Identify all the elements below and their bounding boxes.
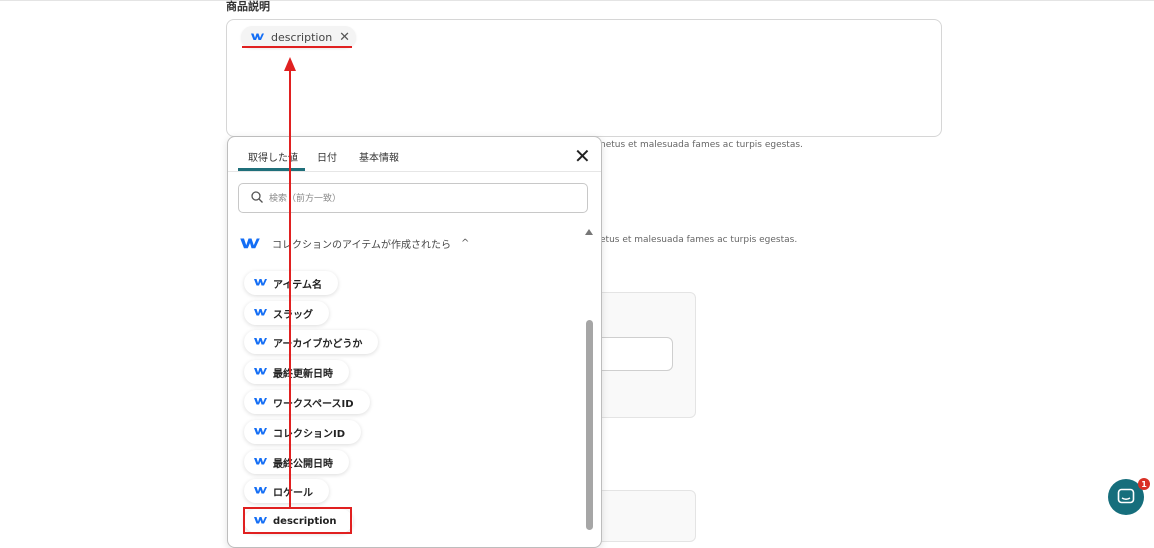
group-header[interactable]: コレクションのアイテムが作成されたら ^ <box>240 234 469 252</box>
webflow-logo-icon <box>251 31 264 44</box>
list-item-label: アイテム名 <box>273 279 322 291</box>
webflow-logo-icon <box>254 337 267 348</box>
list-item[interactable]: アーカイブかどうか <box>244 330 379 354</box>
notification-badge: 1 <box>1138 478 1150 490</box>
list-item[interactable]: 最終公開日時 <box>244 450 349 474</box>
webflow-logo-icon <box>254 397 267 408</box>
close-icon[interactable]: ✕ <box>339 31 350 44</box>
annotation-arrow-head <box>284 57 296 71</box>
list-item-label: アーカイブかどうか <box>273 338 363 350</box>
top-divider <box>0 0 1154 1</box>
highlight-box <box>243 507 352 534</box>
list-item-label: コレクションID <box>273 428 346 440</box>
list-item[interactable]: コレクションID <box>244 420 362 444</box>
scroll-up-arrow-icon[interactable] <box>585 229 593 235</box>
webflow-logo-icon <box>240 234 260 253</box>
list-item-label: スラッグ <box>273 309 313 321</box>
list-item[interactable]: 最終更新日時 <box>244 360 349 384</box>
list-item-label: 最終公開日時 <box>273 458 333 470</box>
search-icon <box>251 191 263 203</box>
webflow-logo-icon <box>254 427 267 438</box>
list-item[interactable]: ワークスペースID <box>244 390 370 414</box>
webflow-logo-icon <box>254 457 267 468</box>
helper-text: etus et malesuada fames ac turpis egesta… <box>600 235 798 245</box>
field-label-product-description: 商品説明 <box>226 0 270 13</box>
webflow-logo-icon <box>254 308 267 319</box>
list-item-label: ワークスペースID <box>273 398 354 410</box>
search-input[interactable] <box>267 189 571 209</box>
webflow-logo-icon <box>254 486 267 497</box>
annotation-arrow <box>289 70 291 507</box>
helper-text: netus et malesuada fames ac turpis egest… <box>600 140 803 150</box>
value-picker-popup: 取得した値 日付 基本情報 ✕ コレクションのアイテムが作成されたら ^ アイテ… <box>227 136 602 548</box>
list-item[interactable]: ロケール <box>244 479 329 503</box>
webflow-logo-icon <box>254 367 267 378</box>
scrollbar-thumb[interactable] <box>586 320 593 530</box>
chevron-up-icon[interactable]: ^ <box>461 238 469 249</box>
chat-icon <box>1117 488 1135 504</box>
list-item-label: ロケール <box>273 487 313 499</box>
webflow-logo-icon <box>254 278 267 289</box>
active-tab-indicator <box>238 168 305 171</box>
highlight-underline <box>242 46 352 48</box>
list-item-label: 最終更新日時 <box>273 368 333 380</box>
tab-date[interactable]: 日付 <box>317 149 337 164</box>
list-item[interactable]: アイテム名 <box>244 271 338 295</box>
tag-chip-description[interactable]: description ✕ <box>241 26 357 48</box>
tab-bar: 取得した値 日付 基本情報 ✕ <box>228 137 601 172</box>
group-title: コレクションのアイテムが作成されたら <box>272 239 451 251</box>
close-icon[interactable]: ✕ <box>574 146 591 166</box>
tab-basic-info[interactable]: 基本情報 <box>359 149 399 164</box>
tag-chip-label: description <box>271 30 333 44</box>
list-item[interactable]: スラッグ <box>244 301 329 325</box>
